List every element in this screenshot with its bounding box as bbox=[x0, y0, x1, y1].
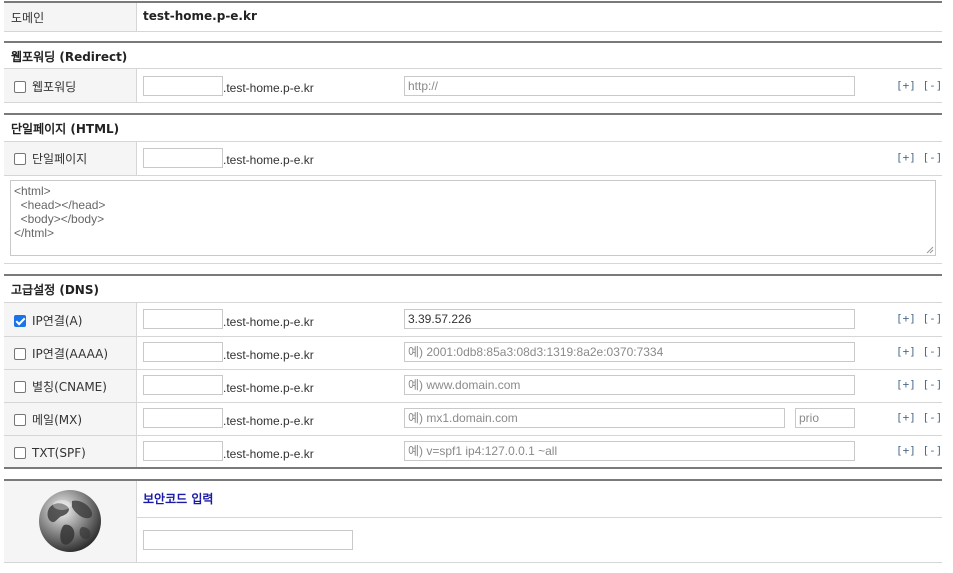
dns-aaaa-plus-minus: [+] [-] bbox=[896, 345, 942, 358]
globe-icon bbox=[39, 490, 101, 552]
redirect-section-title: 웹포워딩 (Redirect) bbox=[11, 50, 128, 64]
security-code-title: 보안코드 입력 bbox=[143, 492, 214, 506]
dns-cname-label: 별칭(CNAME) bbox=[32, 380, 107, 394]
dns-row-aaaa[interactable]: IP연결(AAAA) bbox=[14, 346, 108, 362]
dns-a-subdomain-input[interactable] bbox=[143, 309, 223, 329]
redirect-checkbox-row[interactable]: 웹포워딩 bbox=[14, 79, 76, 95]
html-checkbox-row[interactable]: 단일페이지 bbox=[14, 151, 87, 167]
dns-row-cname[interactable]: 별칭(CNAME) bbox=[14, 379, 107, 395]
dns-a-label: IP연결(A) bbox=[32, 314, 83, 328]
dns-section-title: 고급설정 (DNS) bbox=[11, 283, 99, 297]
dns-aaaa-domain-suffix: .test-home.p-e.kr bbox=[223, 348, 314, 362]
dns-cname-plus-minus: [+] [-] bbox=[896, 378, 942, 391]
dns-txt-domain-suffix: .test-home.p-e.kr bbox=[223, 447, 314, 461]
dns-row-a[interactable]: IP연결(A) bbox=[14, 313, 82, 329]
dns-txt-checkbox[interactable] bbox=[14, 447, 26, 459]
dns-mx-remove-button[interactable]: [-] bbox=[923, 411, 943, 424]
html-add-button[interactable]: [+] bbox=[896, 151, 916, 164]
redirect-remove-button[interactable]: [-] bbox=[923, 79, 943, 92]
dns-txt-value-input[interactable]: 예) v=spf1 ip4:127.0.0.1 ~all bbox=[404, 441, 855, 461]
dns-aaaa-add-button[interactable]: [+] bbox=[896, 345, 916, 358]
html-content-textarea[interactable]: <html> <head></head> <body></body> </htm… bbox=[10, 180, 936, 256]
dns-cname-domain-suffix: .test-home.p-e.kr bbox=[223, 381, 314, 395]
dns-txt-label: TXT(SPF) bbox=[32, 446, 86, 460]
html-subdomain-input[interactable] bbox=[143, 148, 223, 168]
redirect-add-button[interactable]: [+] bbox=[896, 79, 916, 92]
html-section-title: 단일페이지 (HTML) bbox=[11, 122, 120, 136]
dns-cname-subdomain-input[interactable] bbox=[143, 375, 223, 395]
html-domain-suffix: .test-home.p-e.kr bbox=[223, 153, 314, 167]
dns-cname-checkbox[interactable] bbox=[14, 381, 26, 393]
dns-aaaa-value-input[interactable]: 예) 2001:0db8:85a3:08d3:1319:8a2e:0370:73… bbox=[404, 342, 855, 362]
dns-txt-plus-minus: [+] [-] bbox=[896, 444, 942, 457]
dns-a-checkbox[interactable] bbox=[14, 315, 26, 327]
dns-a-remove-button[interactable]: [-] bbox=[923, 312, 943, 325]
dns-cname-value-input[interactable]: 예) www.domain.com bbox=[404, 375, 855, 395]
dns-a-domain-suffix: .test-home.p-e.kr bbox=[223, 315, 314, 329]
dns-a-value-input[interactable]: 3.39.57.226 bbox=[404, 309, 855, 329]
dns-a-plus-minus: [+] [-] bbox=[896, 312, 942, 325]
dns-cname-add-button[interactable]: [+] bbox=[896, 378, 916, 391]
redirect-domain-suffix: .test-home.p-e.kr bbox=[223, 81, 314, 95]
domain-value: test-home.p-e.kr bbox=[143, 9, 257, 23]
dns-a-add-button[interactable]: [+] bbox=[896, 312, 916, 325]
dns-txt-remove-button[interactable]: [-] bbox=[923, 444, 943, 457]
dns-mx-prio-input[interactable]: prio bbox=[795, 408, 855, 428]
dns-aaaa-subdomain-input[interactable] bbox=[143, 342, 223, 362]
dns-mx-subdomain-input[interactable] bbox=[143, 408, 223, 428]
redirect-plus-minus: [+] [-] bbox=[896, 79, 942, 92]
html-plus-minus: [+] [-] bbox=[896, 151, 942, 164]
redirect-label: 웹포워딩 bbox=[32, 80, 77, 94]
redirect-url-input[interactable]: http:// bbox=[404, 76, 855, 96]
dns-txt-add-button[interactable]: [+] bbox=[896, 444, 916, 457]
dns-mx-checkbox[interactable] bbox=[14, 414, 26, 426]
dns-mx-value-input[interactable]: 예) mx1.domain.com bbox=[404, 408, 785, 428]
dns-row-mx[interactable]: 메일(MX) bbox=[14, 412, 82, 428]
html-remove-button[interactable]: [-] bbox=[923, 151, 943, 164]
dns-row-txt[interactable]: TXT(SPF) bbox=[14, 445, 86, 461]
html-checkbox[interactable] bbox=[14, 153, 26, 165]
dns-mx-label: 메일(MX) bbox=[32, 413, 83, 427]
dns-cname-remove-button[interactable]: [-] bbox=[923, 378, 943, 391]
dns-aaaa-label: IP연결(AAAA) bbox=[32, 347, 109, 361]
html-label: 단일페이지 bbox=[32, 152, 88, 166]
dns-mx-add-button[interactable]: [+] bbox=[896, 411, 916, 424]
resize-grip-icon[interactable] bbox=[926, 246, 934, 254]
domain-label: 도메인 bbox=[11, 11, 45, 25]
dns-aaaa-remove-button[interactable]: [-] bbox=[923, 345, 943, 358]
dns-mx-domain-suffix: .test-home.p-e.kr bbox=[223, 414, 314, 428]
dns-mx-plus-minus: [+] [-] bbox=[896, 411, 942, 424]
security-code-input[interactable] bbox=[143, 530, 353, 550]
dns-txt-subdomain-input[interactable] bbox=[143, 441, 223, 461]
redirect-checkbox[interactable] bbox=[14, 81, 26, 93]
dns-aaaa-checkbox[interactable] bbox=[14, 348, 26, 360]
redirect-subdomain-input[interactable] bbox=[143, 76, 223, 96]
